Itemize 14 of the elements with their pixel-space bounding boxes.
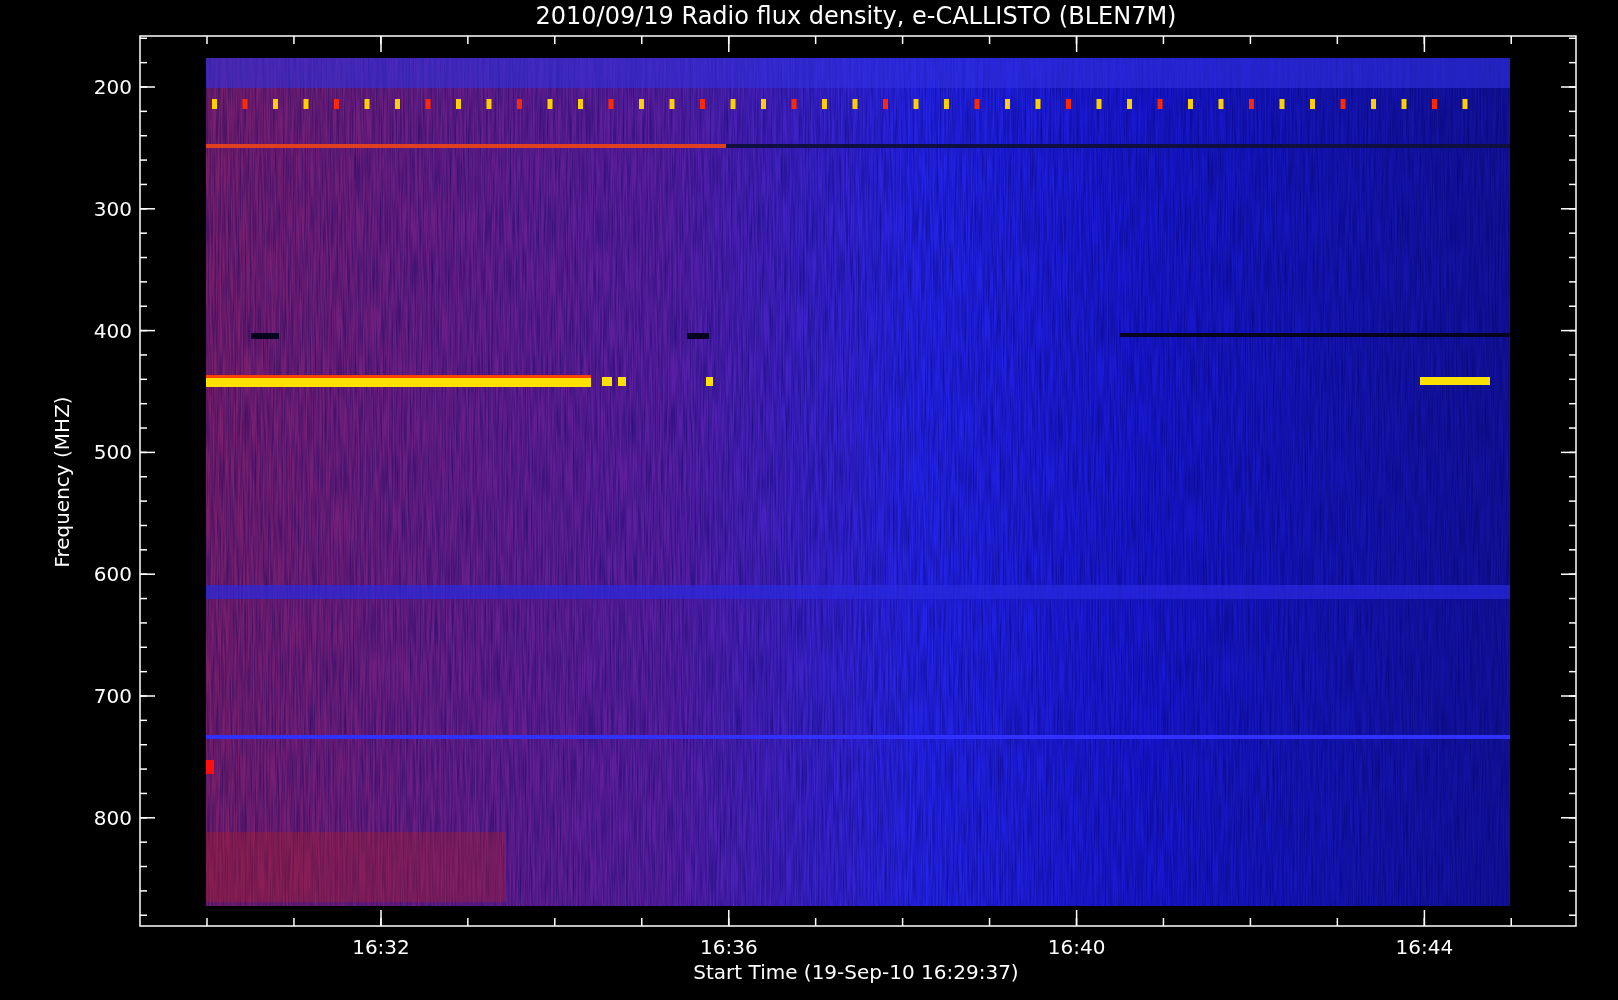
tick-label: 300	[93, 196, 132, 221]
tick-label: 800	[93, 805, 132, 830]
tick-label: 400	[93, 318, 132, 343]
tick-label: 600	[93, 562, 132, 587]
tick-label: 200	[93, 75, 132, 99]
tick-label: 16:40	[1047, 935, 1106, 959]
chart-title: 2010/09/19 Radio flux density, e-CALLISTO (BLEN7M)	[535, 2, 1177, 30]
tick-label: 16:36	[700, 935, 758, 959]
tick-label: 500	[93, 440, 132, 465]
tick-label: 16:32	[352, 935, 410, 959]
axis-title: Frequency (MHZ)	[50, 396, 74, 568]
tick-label: 700	[93, 684, 132, 708]
axis-title: Start Time (19-Sep-10 16:29:37)	[693, 960, 1019, 984]
tick-label: 16:44	[1395, 935, 1454, 959]
